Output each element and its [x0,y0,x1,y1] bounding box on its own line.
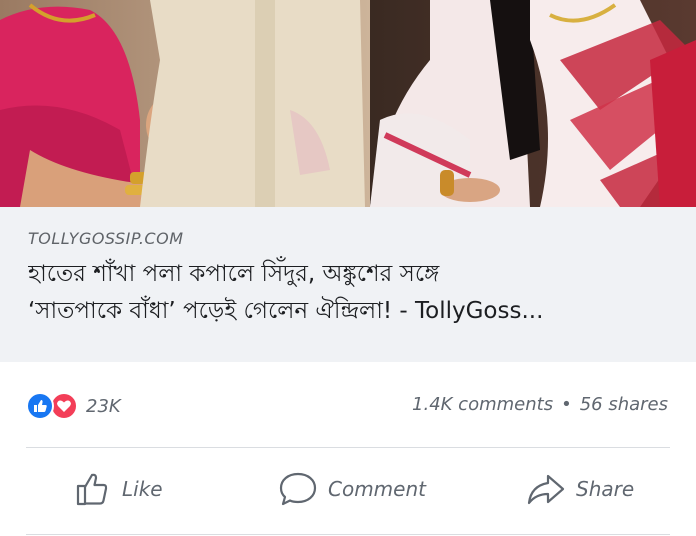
photo-illustration [0,0,696,207]
link-headline[interactable]: হাতের শাঁখা পলা কপালে সিঁদুর, অঙ্কুশের স… [28,256,678,330]
reactions-summary[interactable]: 23K [26,392,121,420]
engagement-counts: 1.4K comments • 56 shares [412,394,668,415]
like-button[interactable]: Like [74,470,163,508]
comment-label: Comment [328,477,426,501]
post-action-bar: Like Comment Share [0,448,696,536]
love-reaction-icon [50,392,78,420]
link-domain: TOLLYGOSSIP.COM [28,229,184,248]
comments-count[interactable]: 1.4K comments [412,394,553,415]
thumbs-up-icon [76,473,108,506]
reaction-count: 23K [86,395,121,417]
headline-line-1: হাতের শাঁখা পলা কপালে সিঁদুর, অঙ্কুশের স… [28,261,440,287]
headline-line-2: ‘সাতপাকে বাঁধা’ পড়েই গেলেন ঐন্দ্রিলা! -… [28,298,544,324]
share-label: Share [576,477,635,501]
link-preview-card[interactable]: TOLLYGOSSIP.COM হাতের শাঁখা পলা কপালে সি… [0,207,696,362]
post-stats: 23K 1.4K comments • 56 shares [0,362,696,448]
separator-dot: • [561,394,572,415]
post-photo[interactable] [0,0,696,207]
action-bar-divider [26,534,670,535]
shares-count[interactable]: 56 shares [580,394,668,415]
comment-button[interactable]: Comment [278,470,426,508]
share-arrow-icon [527,474,565,505]
like-reaction-icon [26,392,54,420]
like-label: Like [122,477,163,501]
comment-bubble-icon [279,472,317,506]
share-button[interactable]: Share [526,470,634,508]
